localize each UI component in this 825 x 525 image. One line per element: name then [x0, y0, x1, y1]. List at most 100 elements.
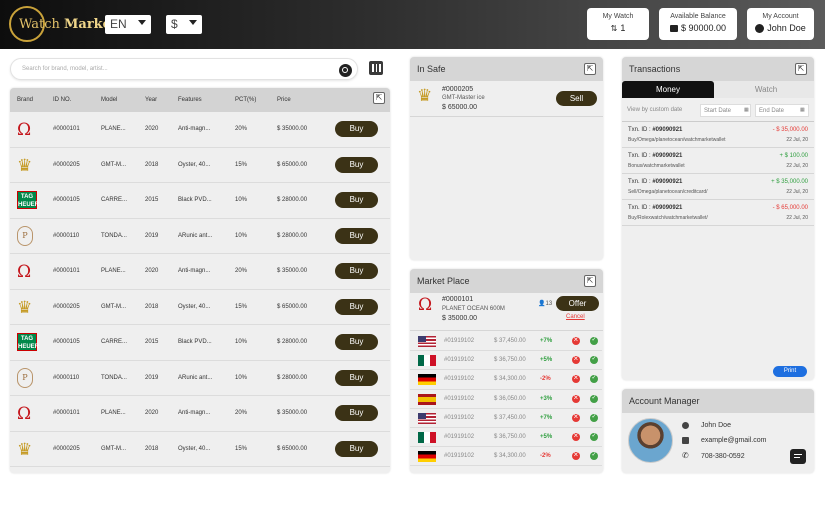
cell-model: PLANE... — [101, 268, 126, 274]
buy-button[interactable]: Buy — [335, 405, 378, 421]
buy-button[interactable]: Buy — [335, 298, 378, 315]
rolex-crown-icon: ♛ — [17, 297, 33, 317]
patek-philippe-logo-icon: P — [17, 367, 33, 388]
accept-icon[interactable] — [590, 355, 598, 365]
tab-watch[interactable]: Watch — [718, 81, 814, 98]
manager-phone[interactable]: 708-380-0592 — [701, 453, 745, 460]
tag-heuer-logo-icon: TAG HEUER — [17, 333, 39, 351]
cell-year: 2018 — [145, 445, 159, 452]
top-bar: Watch Market EN $ My Watch ⇅ 1 Available … — [0, 0, 825, 49]
currency-select[interactable]: $ — [166, 15, 202, 34]
reject-icon[interactable] — [572, 335, 580, 345]
buy-button[interactable]: Buy — [335, 369, 378, 386]
cell-year: 2018 — [145, 161, 159, 168]
offer-button[interactable]: Offer — [556, 296, 599, 311]
flag-mx-icon — [418, 432, 436, 443]
txn-id-label: Txn. ID : — [628, 153, 651, 159]
offer-id: #01919102 — [444, 434, 475, 440]
txn-amount: - $ 35,000.00 — [772, 127, 808, 133]
col-year: Year — [145, 97, 158, 103]
market-place-title: Market Place — [410, 269, 603, 293]
filter-sliders-icon[interactable] — [369, 61, 383, 75]
transaction-row: Txn. ID : #09090921 Buy/Rolexwatch/watchm… — [622, 200, 814, 226]
mp-id: #0000101 — [442, 296, 474, 303]
sell-button[interactable]: Sell — [556, 91, 597, 106]
manager-email[interactable]: example@gmail.com — [701, 437, 766, 444]
buy-button[interactable]: Buy — [335, 227, 378, 244]
buy-button[interactable]: Buy — [335, 156, 378, 173]
my-watch-card[interactable]: My Watch ⇅ 1 — [587, 8, 649, 40]
my-account-card[interactable]: My Account John Doe — [747, 8, 814, 40]
cell-id: #0000110 — [53, 232, 80, 239]
cell-pct: 10% — [235, 197, 248, 203]
calendar-icon: ▦ — [800, 107, 805, 113]
in-safe-price: $ 65000.00 — [442, 104, 478, 111]
cell-id: #0000101 — [53, 410, 80, 416]
accept-icon[interactable] — [590, 394, 598, 403]
offer-count-value: 13 — [545, 301, 553, 307]
watch-market-logo[interactable]: Watch Market — [9, 6, 117, 44]
buy-button[interactable]: Buy — [335, 334, 378, 350]
accept-icon[interactable] — [590, 451, 598, 461]
cell-pct: 20% — [235, 410, 248, 416]
print-button[interactable]: Print — [773, 366, 807, 377]
transactions-title: Transactions — [622, 57, 814, 81]
search-input[interactable]: Search for brand, model, artist... — [10, 58, 358, 80]
txn-date: 22 Jul, 20 — [786, 215, 808, 221]
buy-button[interactable]: Buy — [335, 440, 378, 457]
flag-mx-icon — [418, 355, 436, 367]
chat-icon[interactable] — [790, 449, 806, 464]
in-safe-id: #0000205 — [442, 86, 474, 93]
expand-icon[interactable]: ⇱ — [584, 63, 596, 75]
transaction-row: Txn. ID : #09090921 Sell/Omega/planetocea… — [622, 174, 814, 200]
expand-icon[interactable]: ⇱ — [795, 63, 807, 75]
language-select[interactable]: EN — [105, 15, 151, 34]
cell-features: Oyster, 40... — [178, 161, 211, 168]
table-row: Ω #0000101 PLANE... 2020 Anti-magn... 20% $ 35… — [10, 112, 390, 148]
cell-price: $ 65000.00 — [277, 445, 308, 452]
table-row: Ω #0000101 PLANE... 2020 Anti-magn... 20% $ 35… — [10, 254, 390, 290]
offer-price: $ 34,300.00 — [494, 453, 526, 460]
tab-money[interactable]: Money — [622, 81, 714, 98]
accept-icon[interactable] — [590, 336, 598, 345]
reject-icon[interactable] — [572, 373, 580, 384]
table-row: TAG HEUER #0000105 CARRE... 2015 Black PVD...… — [10, 183, 390, 219]
flag-de-icon — [418, 374, 436, 386]
cell-id: #0000205 — [53, 445, 80, 452]
offer-id: #01919102 — [444, 338, 475, 344]
buy-button[interactable]: Buy — [335, 121, 378, 137]
reject-icon[interactable] — [572, 393, 580, 403]
offer-row: #01919102 $ 37,450.00 +7% — [410, 409, 602, 428]
reject-icon[interactable] — [572, 450, 580, 461]
reject-icon[interactable] — [572, 412, 580, 422]
txn-date: 22 Jul, 20 — [786, 137, 808, 143]
account-manager-title: Account Manager — [622, 389, 814, 413]
transaction-row: Txn. ID : #09090921 Buy/Omega/planetocean… — [622, 122, 814, 148]
cell-id: #0000101 — [53, 126, 80, 132]
table-row: TAG HEUER #0000105 CARRE... 2015 Black PVD...… — [10, 325, 390, 361]
reject-icon[interactable] — [572, 354, 580, 365]
buy-button[interactable]: Buy — [335, 192, 378, 208]
flag-us-icon — [418, 336, 436, 347]
rolex-crown-icon: ♛ — [17, 439, 33, 459]
txn-amount: + $ 35,000.00 — [771, 179, 808, 185]
accept-icon[interactable] — [590, 374, 598, 384]
expand-icon[interactable]: ⇱ — [373, 92, 385, 104]
cell-features: Anti-magn... — [178, 410, 211, 416]
search-icon[interactable] — [339, 64, 352, 77]
cell-pct: 10% — [235, 339, 248, 345]
market-place-panel: Market Place ⇱ Ω #0000101 PLANET OCEAN 6… — [410, 269, 603, 473]
accept-icon[interactable] — [590, 413, 598, 422]
cell-price: $ 28000.00 — [277, 339, 308, 345]
buy-button[interactable]: Buy — [335, 263, 378, 279]
account-label: My Account — [762, 13, 799, 20]
cell-features: ARunic ant... — [178, 374, 213, 381]
expand-icon[interactable]: ⇱ — [584, 275, 596, 287]
cell-pct: 20% — [235, 126, 248, 132]
cancel-link[interactable]: Cancel — [566, 314, 585, 320]
accept-icon[interactable] — [590, 432, 598, 441]
available-balance-card[interactable]: Available Balance $ 90000.00 — [659, 8, 737, 40]
reject-icon[interactable] — [572, 431, 580, 441]
offer-pct: +7% — [540, 414, 553, 421]
cell-price: $ 65000.00 — [277, 303, 308, 310]
